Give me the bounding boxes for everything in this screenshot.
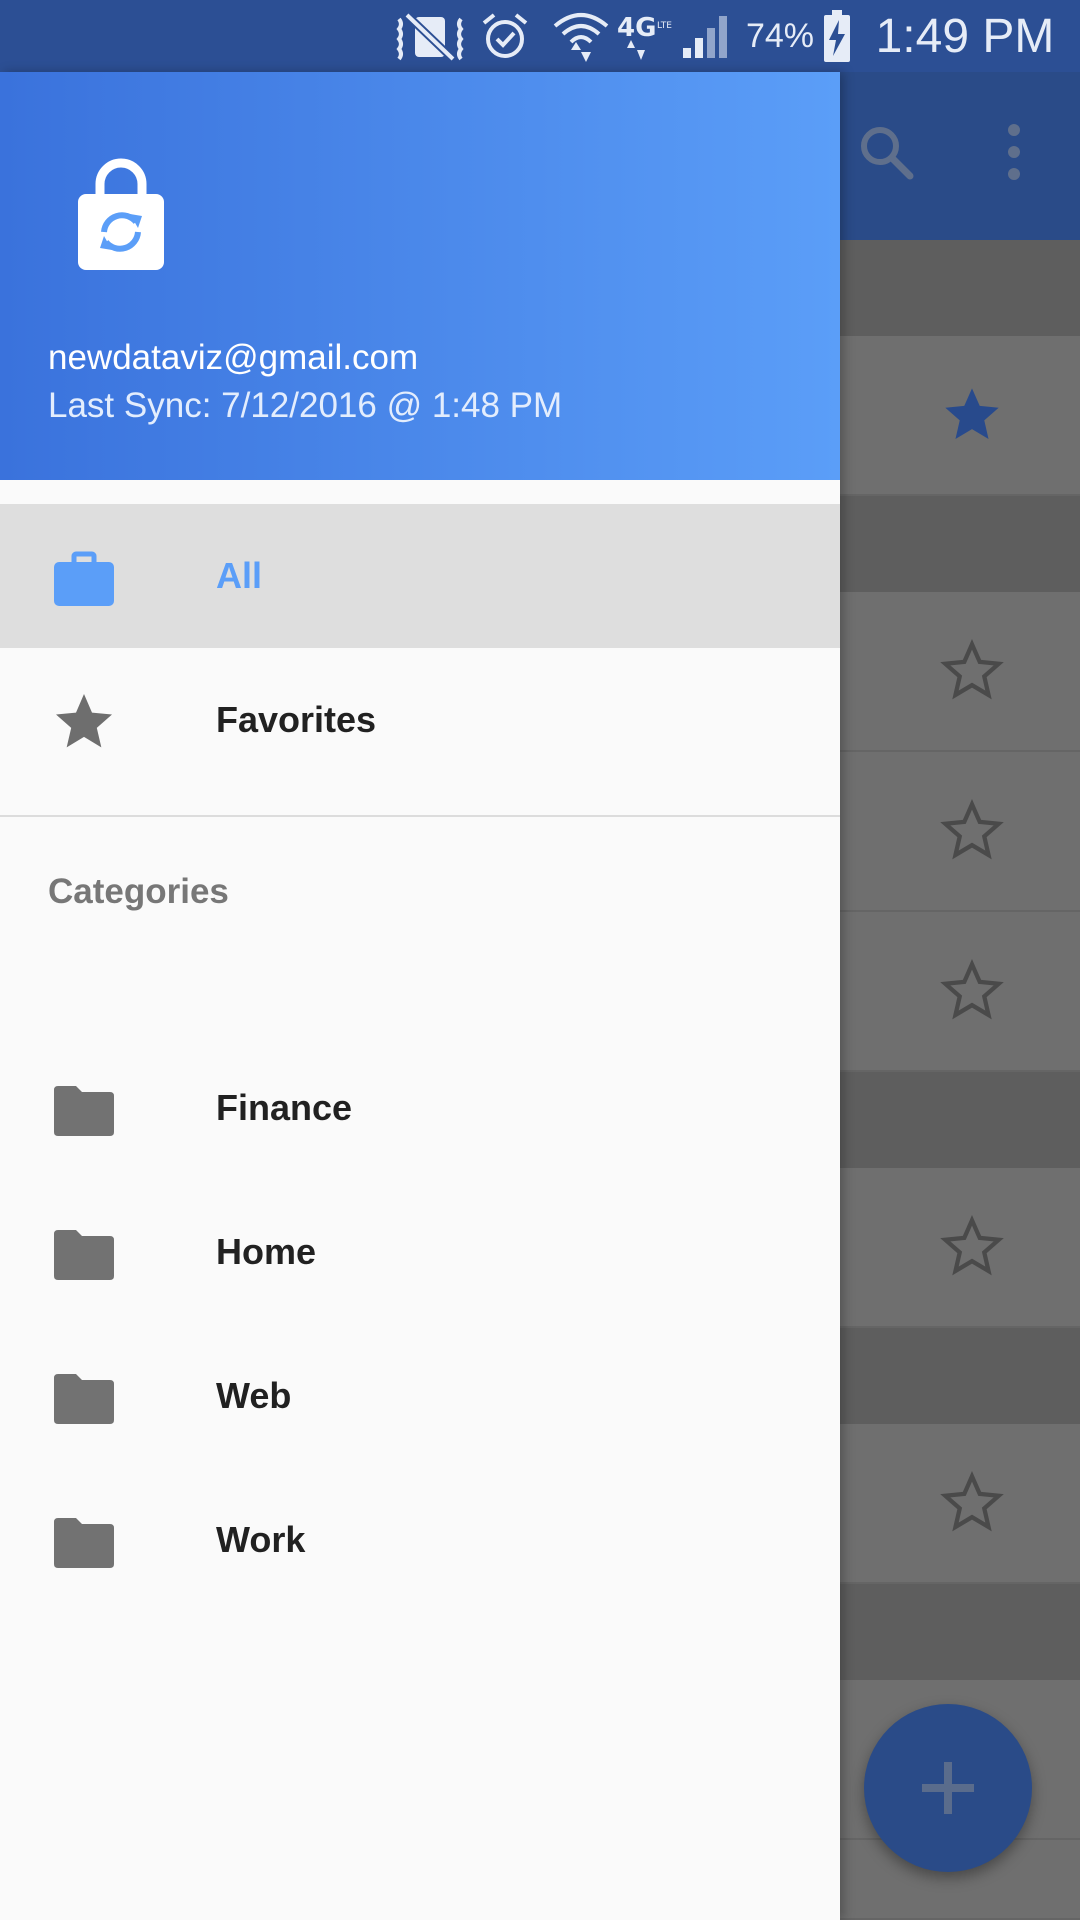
folder-icon (54, 1374, 114, 1424)
star-outline-icon[interactable] (940, 639, 1004, 703)
star-filled-icon[interactable] (940, 383, 1004, 447)
drawer-header[interactable]: newdataviz@gmail.com Last Sync: 7/12/201… (0, 72, 840, 480)
nav-item-all[interactable]: All (0, 504, 840, 648)
list-section-header (840, 1584, 1080, 1680)
list-item[interactable] (840, 752, 1080, 912)
svg-text:LTE: LTE (657, 21, 672, 31)
list-section-header (840, 240, 1080, 336)
briefcase-icon (54, 551, 114, 606)
nav-item-favorites[interactable]: Favorites (0, 648, 840, 792)
status-bar: 4G LTE 74% 1:49 PM (0, 0, 1080, 72)
search-icon[interactable] (846, 112, 926, 192)
category-label: Web (216, 1375, 292, 1416)
star-outline-icon[interactable] (940, 959, 1004, 1023)
list-item[interactable] (840, 1424, 1080, 1584)
category-label: Finance (216, 1087, 353, 1128)
category-item-home[interactable]: Home (0, 1180, 840, 1324)
alarm-icon (478, 0, 532, 72)
list-item[interactable] (840, 336, 1080, 496)
folder-icon (54, 1230, 114, 1280)
category-item-finance[interactable]: Finance (0, 1036, 840, 1180)
categories-heading: Categories (48, 872, 229, 911)
clock: 1:49 PM (875, 9, 1055, 63)
wifi-icon (548, 0, 614, 72)
account-email: newdataviz@gmail.com (48, 338, 419, 377)
folder-icon (54, 1518, 114, 1568)
nav-item-label: Favorites (216, 699, 377, 740)
navigation-drawer: newdataviz@gmail.com Last Sync: 7/12/201… (0, 72, 840, 1920)
battery-charging-icon (820, 0, 854, 72)
list-item[interactable] (840, 1168, 1080, 1328)
category-item-work[interactable]: Work (0, 1468, 840, 1612)
battery-percent: 74% (745, 16, 815, 55)
svg-text:4G: 4G (617, 13, 656, 43)
star-outline-icon[interactable] (940, 799, 1004, 863)
list-section-header (840, 1072, 1080, 1168)
list-item[interactable] (840, 912, 1080, 1072)
4g-lte-icon: 4G LTE (616, 0, 674, 72)
category-item-web[interactable]: Web (0, 1324, 840, 1468)
last-sync-text: Last Sync: 7/12/2016 @ 1:48 PM (48, 386, 563, 425)
star-outline-icon[interactable] (940, 1471, 1004, 1535)
list-section-header (840, 1328, 1080, 1424)
folder-icon (54, 1086, 114, 1136)
list-section-header (840, 496, 1080, 592)
lock-sync-icon (78, 158, 164, 270)
signal-icon (680, 0, 730, 72)
star-icon (56, 694, 112, 748)
add-fab-button[interactable] (864, 1704, 1032, 1872)
mute-icon (392, 0, 468, 72)
category-label: Work (216, 1519, 306, 1560)
category-label: Home (216, 1231, 317, 1272)
nav-item-label: All (216, 555, 263, 596)
star-outline-icon[interactable] (940, 1215, 1004, 1279)
list-item[interactable] (840, 592, 1080, 752)
overflow-menu-icon[interactable] (974, 112, 1054, 192)
plus-icon (922, 1762, 974, 1814)
divider (0, 815, 840, 817)
